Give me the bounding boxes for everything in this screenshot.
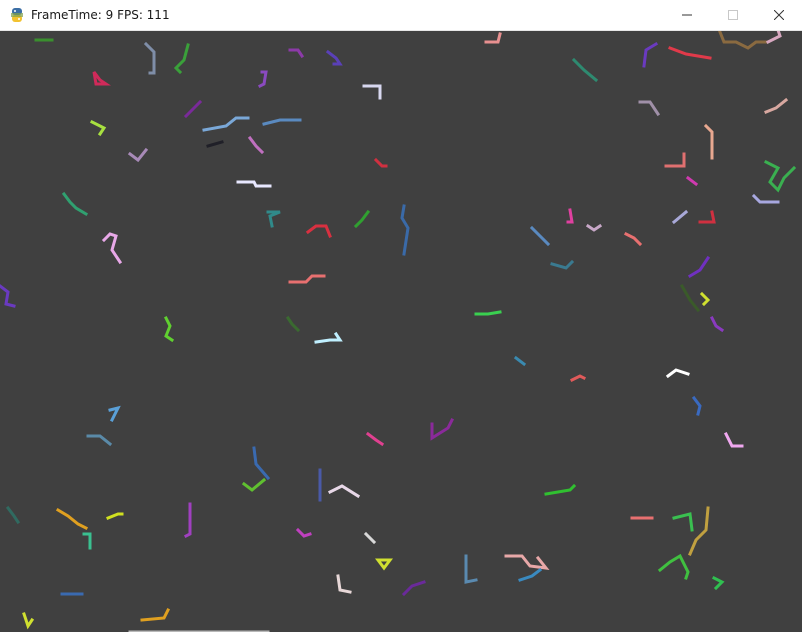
trail [163,315,175,343]
trail [657,553,690,580]
trail [679,283,701,313]
trail [571,57,599,83]
trail [92,71,111,86]
trail [266,210,281,228]
trail [89,119,107,137]
trail [108,405,121,423]
trail [183,502,192,539]
trail [699,291,711,307]
trail [295,527,312,538]
trail [327,484,361,499]
trail [0,284,16,308]
trail [247,135,265,155]
maximize-icon [728,10,738,20]
trail [691,395,702,416]
maximize-button[interactable] [710,0,756,30]
trail [687,255,711,279]
trail [101,232,123,265]
trail [464,554,478,584]
trail [202,116,250,132]
render-canvas[interactable] [0,31,802,632]
trail [566,208,574,224]
trail [353,209,371,229]
trail [585,223,603,232]
trail [723,431,744,448]
trail [529,225,551,247]
trail [664,152,686,168]
trail [764,97,789,114]
trail [698,210,716,224]
trail [765,31,782,45]
window-title: FrameTime: 9 FPS: 111 [31,8,170,22]
trail [140,607,171,622]
trail [709,315,725,333]
trail [183,99,203,119]
trail [336,574,352,594]
trail [106,512,124,520]
trail [642,41,659,68]
trail [325,49,343,66]
trail [82,532,92,550]
trail [672,512,694,532]
trail [703,123,714,160]
trail [288,274,326,284]
minimize-icon [682,14,692,16]
close-icon [774,10,784,20]
trail [763,159,797,193]
trail [751,193,780,204]
python-snake-icon [11,8,23,22]
close-button[interactable] [756,0,802,30]
trail [375,558,393,571]
trail [55,507,89,531]
trail [288,48,305,59]
trail [363,531,377,545]
trail [61,191,89,217]
trail [685,175,699,187]
trail [671,209,689,225]
trail [314,331,343,344]
trail [569,374,587,383]
trail [504,554,550,570]
trail [484,32,502,44]
trail [400,204,410,256]
trail [262,118,302,126]
trail [236,180,272,188]
trail [373,157,388,168]
app-window: FrameTime: 9 FPS: 111 [0,0,802,632]
trail [711,575,725,591]
trail [206,140,224,148]
trail [401,580,426,597]
trail [623,231,643,247]
trail [22,612,35,630]
walker-trails [0,31,797,632]
trail [86,434,113,447]
trail [5,505,21,525]
trail [474,310,502,316]
trail [285,315,301,333]
trail [550,259,575,270]
trail [430,417,455,441]
trail [305,224,332,238]
trail [252,446,271,481]
trail [257,70,268,89]
trail [513,355,527,367]
trail [365,431,385,447]
trail [668,46,712,60]
trail [638,100,661,117]
title-bar[interactable]: FrameTime: 9 FPS: 111 [0,0,802,31]
trail [173,43,190,75]
trail [362,84,382,100]
trail [143,41,156,75]
trail [544,483,577,496]
trail [718,31,768,50]
minimize-button[interactable] [664,0,710,30]
trail [241,477,267,492]
trail [665,368,690,379]
trail [518,567,543,582]
trail [127,147,149,163]
